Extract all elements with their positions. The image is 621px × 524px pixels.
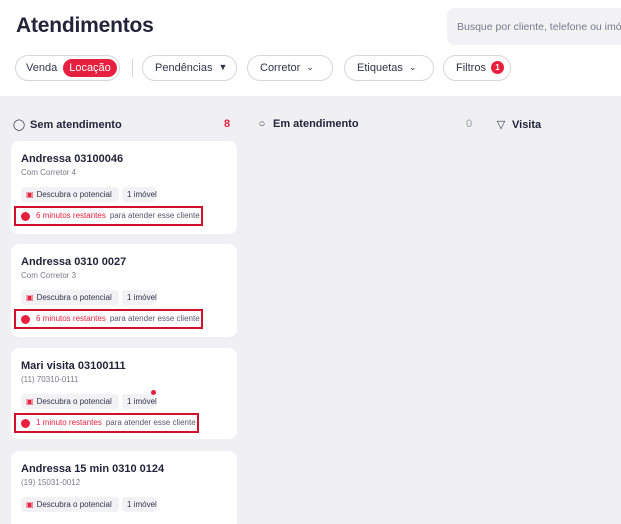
tag-descubra: ▣ Descubra o potencial [21,497,119,512]
notification-dot [151,390,156,395]
users-chat-icon: ○ [258,118,266,130]
timer-warning: 6 minutos restantes para atender esse cli… [14,206,203,226]
column-title: Em atendimento [273,118,359,130]
timer-warning: 1 minuto restantes para atender esse clie… [14,413,199,433]
lead-subtitle: (19) 15031-0012 [21,478,81,487]
corretor-dropdown[interactable]: Corretor ⌄ [247,55,333,81]
tag-label: Descubra o potencial [36,190,112,199]
lead-card[interactable]: Andressa 0310 0027 Com Corretor 3 ▣ Descu… [11,244,237,337]
timer-suffix: para atender esse cliente [105,418,196,427]
chevron-down-icon: ▼ [218,62,228,72]
column-count: 0 [466,118,473,130]
lead-name: Andressa 0310 0027 [21,256,127,268]
etiquetas-dropdown[interactable]: Etiquetas ⌄ [344,55,434,81]
column-header-sem-atendimento: ◯ Sem atendimento [12,118,122,134]
filtros-button[interactable]: Filtros 1 [443,55,511,81]
chevron-down-icon: ⌄ [306,62,314,72]
timer-remaining: 6 minutos restantes [36,211,106,220]
pendencias-label: Pendências [155,62,213,74]
header: Atendimentos Busque por cliente, telefon… [0,0,621,96]
lead-name: Andressa 15 min 0310 0124 [21,463,165,475]
corretor-label: Corretor [260,62,301,74]
stopwatch-icon [21,419,30,428]
tag-descubra: ▣ Descubra o potencial [21,187,119,202]
bag-icon: ▣ [26,397,34,406]
toggle-option-locacao[interactable]: Locação [63,59,117,77]
lead-name: Andressa 03100046 [21,153,124,165]
tag-label: Descubra o potencial [36,293,112,302]
stopwatch-icon [21,315,30,324]
lead-name: Mari visita 03100111 [21,360,126,372]
user-clock-icon: ◯ [12,119,26,131]
etiquetas-label: Etiquetas [357,62,403,74]
bag-icon: ▣ [26,190,34,199]
page-title: Atendimentos [16,14,154,37]
column-title: Visita [512,119,542,131]
lead-subtitle: Com Corretor 3 [21,271,77,280]
filtros-count-badge: 1 [490,61,504,74]
timer-suffix: para atender esse cliente [109,211,200,220]
stopwatch-icon [21,212,30,221]
tag-imoveis: 1 imóvel [122,187,157,202]
timer-suffix: para atender esse cliente [109,314,200,323]
lead-card[interactable]: Andressa 15 min 0310 0124 (19) 15031-001… [11,451,237,524]
pendencias-dropdown[interactable]: Pendências ▼ [142,55,237,81]
timer-warning: 6 minutos restantes para atender esse cli… [14,309,203,329]
tag-imoveis: 1 imóvel [122,290,157,305]
lead-card[interactable]: Mari visita 03100111 (11) 70310-0111 ▣ De… [11,348,237,439]
lead-card[interactable]: Andressa 03100046 Com Corretor 4 ▣ Descub… [11,141,237,234]
tag-label: Descubra o potencial [36,500,112,509]
timer-remaining: 6 minutos restantes [36,314,106,323]
venda-locacao-toggle[interactable]: Venda Locação [15,55,120,81]
mug-icon: ▽ [496,119,506,131]
chevron-down-icon: ⌄ [408,62,417,72]
column-header-em-atendimento: ○ Em atendimento [255,118,359,134]
timer-remaining: 1 minuto restantes [36,418,102,427]
column-header-visita: ▽ Visita [494,118,541,134]
tag-imoveis: 1 imóvel [122,497,157,512]
tag-descubra: ▣ Descubra o potencial [21,290,119,305]
tag-descubra: ▣ Descubra o potencial [21,394,119,409]
bag-icon: ▣ [26,500,34,509]
tag-label: Descubra o potencial [36,397,112,406]
lead-subtitle: (11) 70310-0111 [21,375,79,384]
column-title: Sem atendimento [30,119,122,131]
bag-icon: ▣ [26,293,34,302]
column-count: 8 [224,118,231,130]
toggle-option-venda[interactable]: Venda [26,59,57,77]
kanban-board: ◯ Sem atendimento 8 ○ Em atendimento 0 ▽ Vi… [0,96,621,524]
search-input[interactable]: Busque por cliente, telefone ou imóv [447,8,621,45]
lead-subtitle: Com Corretor 4 [21,168,77,177]
filter-divider [132,59,133,77]
tag-imoveis: 1 imóvel [122,394,157,409]
filtros-label: Filtros [456,62,486,74]
